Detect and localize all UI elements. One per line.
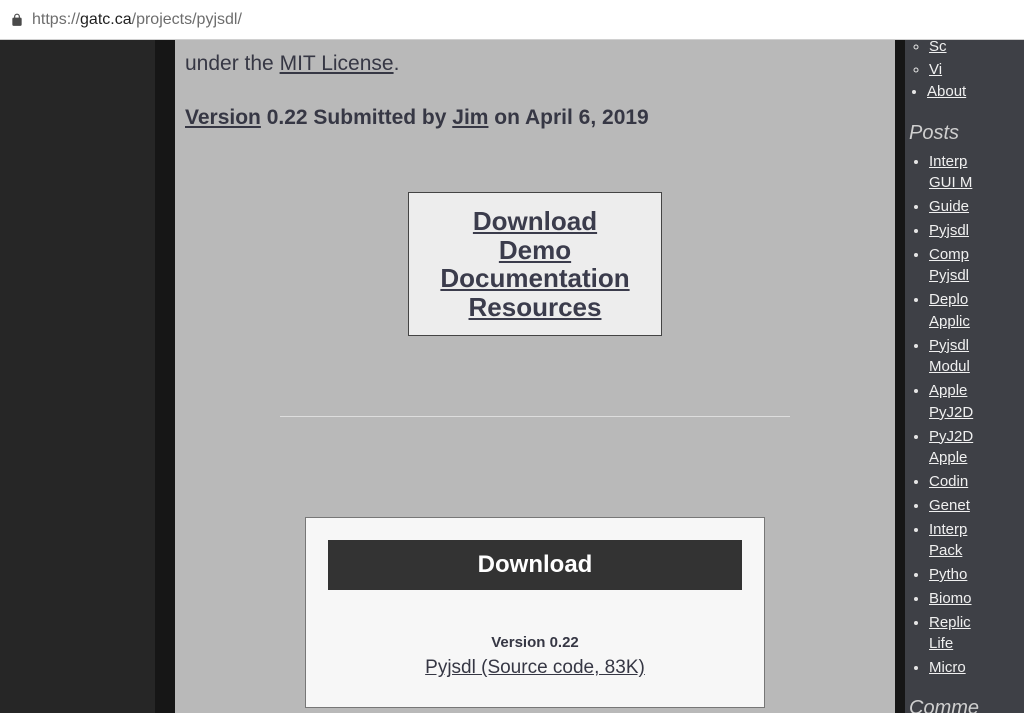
sidebar-post-item: Biomo xyxy=(929,588,1024,610)
sidebar-post-item: CompPyjsdl xyxy=(929,244,1024,288)
submission-version-text: 0.22 Submitted by xyxy=(261,106,452,129)
version-link[interactable]: Version xyxy=(185,106,261,129)
sidebar-post-item: ReplicLife xyxy=(929,612,1024,656)
sidebar-post-link[interactable]: ApplePyJ2D xyxy=(929,382,973,421)
download-box: Download Version 0.22 Pyjsdl (Source cod… xyxy=(305,517,765,708)
sidebar-post-item: Micro xyxy=(929,657,1024,679)
sidebar-nav-about: About xyxy=(927,81,1024,104)
download-header: Download xyxy=(328,540,742,590)
sidebar-comments-header: Comme xyxy=(909,697,1024,713)
sidebar-post-link[interactable]: InterpPack xyxy=(929,521,967,560)
sidebar-post-link[interactable]: InterpGUI M xyxy=(929,153,972,192)
sidebar-nav-link[interactable]: Sc xyxy=(929,40,947,55)
toc-box: Download Demo Documentation Resources xyxy=(408,192,662,336)
page-viewport: under the MIT License. Version 0.22 Subm… xyxy=(0,40,1024,713)
sidebar-post-item: Genet xyxy=(929,495,1024,517)
main-column: under the MIT License. Version 0.22 Subm… xyxy=(165,40,905,713)
download-version: Version 0.22 xyxy=(328,634,742,651)
sidebar-post-item: Codin xyxy=(929,471,1024,493)
sidebar-post-link[interactable]: DeploApplic xyxy=(929,291,970,330)
sidebar-post-link[interactable]: Micro xyxy=(929,659,966,676)
sidebar-post-item: InterpPack xyxy=(929,519,1024,563)
sidebar-post-link[interactable]: Pyjsdl xyxy=(929,222,969,239)
sidebar-posts-list: InterpGUI M Guide Pyjsdl CompPyjsdl Depl… xyxy=(905,151,1024,679)
submission-line: Version 0.22 Submitted by Jim on April 6… xyxy=(185,106,885,130)
sidebar-post-item: PyjsdlModul xyxy=(929,335,1024,379)
sidebar-nav-subitem: Vi xyxy=(929,59,1024,82)
submission-date-text: on April 6, 2019 xyxy=(488,106,648,129)
sidebar-post-link[interactable]: PyjsdlModul xyxy=(929,337,970,376)
toc-demo-link[interactable]: Demo xyxy=(419,236,651,265)
author-link[interactable]: Jim xyxy=(452,106,488,129)
toc-download-link[interactable]: Download xyxy=(419,207,651,236)
content-area: under the MIT License. Version 0.22 Subm… xyxy=(175,40,895,713)
sidebar-nav-list: Sc Vi About xyxy=(905,40,1024,104)
sidebar-post-link[interactable]: Guide xyxy=(929,198,969,215)
sidebar-post-item: ApplePyJ2D xyxy=(929,380,1024,424)
url-path: /projects/pyjsdl/ xyxy=(132,11,242,28)
sidebar-post-item: Guide xyxy=(929,196,1024,218)
intro-fragment-suffix: . xyxy=(394,52,400,75)
toc-resources-link[interactable]: Resources xyxy=(419,293,651,322)
sidebar-post-link[interactable]: Biomo xyxy=(929,590,972,607)
sidebar-post-item: Pyjsdl xyxy=(929,220,1024,242)
sidebar-post-link[interactable]: CompPyjsdl xyxy=(929,246,969,285)
page-background-left xyxy=(0,40,165,713)
intro-fragment: under the MIT License. xyxy=(185,52,885,76)
lock-icon xyxy=(10,13,24,27)
url-protocol: https:// xyxy=(32,11,80,28)
sidebar-nav-link[interactable]: About xyxy=(927,83,966,100)
download-source-link[interactable]: Pyjsdl (Source code, 83K) xyxy=(328,657,742,679)
sidebar-post-link[interactable]: Genet xyxy=(929,497,970,514)
sidebar-post-link[interactable]: ReplicLife xyxy=(929,614,971,653)
sidebar-nav-subitem: Sc xyxy=(929,40,1024,59)
url-domain: gatc.ca xyxy=(80,11,132,28)
sidebar-post-link[interactable]: Pytho xyxy=(929,566,967,583)
intro-fragment-prefix: under the xyxy=(185,52,280,75)
sidebar-post-item: DeploApplic xyxy=(929,289,1024,333)
sidebar-post-item: Pytho xyxy=(929,564,1024,586)
url-text: https://gatc.ca/projects/pyjsdl/ xyxy=(32,11,242,29)
sidebar: Sc Vi About Posts InterpGUI M Guide Pyjs… xyxy=(905,40,1024,713)
browser-address-bar[interactable]: https://gatc.ca/projects/pyjsdl/ xyxy=(0,0,1024,40)
toc-documentation-link[interactable]: Documentation xyxy=(419,264,651,293)
section-divider xyxy=(280,416,790,417)
sidebar-post-link[interactable]: PyJ2DApple xyxy=(929,428,973,467)
sidebar-post-item: InterpGUI M xyxy=(929,151,1024,195)
sidebar-nav-link[interactable]: Vi xyxy=(929,61,942,78)
mit-license-link[interactable]: MIT License xyxy=(280,52,394,75)
sidebar-posts-header: Posts xyxy=(909,122,1024,145)
sidebar-post-link[interactable]: Codin xyxy=(929,473,968,490)
sidebar-post-item: PyJ2DApple xyxy=(929,426,1024,470)
